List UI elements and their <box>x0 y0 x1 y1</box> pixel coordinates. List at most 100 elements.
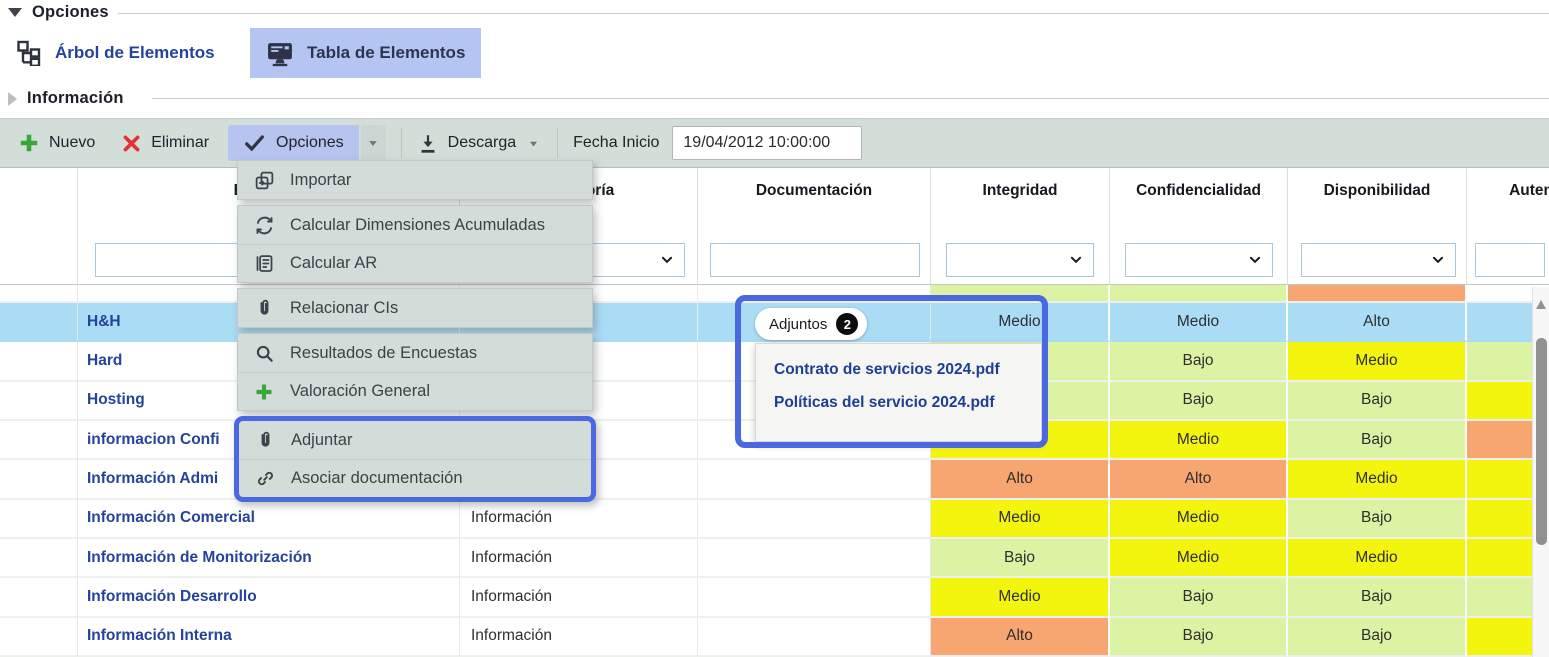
element-name-cell[interactable]: Información Desarrollo <box>78 578 460 617</box>
row-select-cell[interactable] <box>0 342 78 381</box>
row-select-cell[interactable] <box>0 539 78 578</box>
row-select-cell[interactable] <box>0 382 78 421</box>
table-row[interactable]: Información ComercialInformaciónMedioMed… <box>0 500 1549 539</box>
element-name-cell[interactable]: Información Interna <box>78 618 460 657</box>
table-row[interactable]: Información de Monitorización Información… <box>0 539 1549 578</box>
descarga-button[interactable]: Descarga <box>417 132 542 155</box>
table-row[interactable]: Información DesarrolloInformaciónMedioBa… <box>0 578 1549 617</box>
documentacion-filter-input[interactable] <box>710 243 920 277</box>
adjuntos-title: Adjuntos <box>769 316 827 333</box>
menu-item-label: Relacionar CIs <box>290 299 398 318</box>
section-informacion-header[interactable]: Información <box>8 89 124 108</box>
scrollbar-up-arrow-icon[interactable] <box>1536 300 1546 309</box>
confidencialidad-filter-select[interactable] <box>1125 243 1273 277</box>
dimension-value: Bajo <box>1361 431 1392 449</box>
menu-item-adjuntar[interactable]: Adjuntar <box>239 421 591 459</box>
menu-item-label: Resultados de Encuestas <box>290 344 477 363</box>
element-name: Hard <box>87 352 122 370</box>
vertical-scrollbar[interactable] <box>1532 287 1549 657</box>
menu-item-calcular-ar[interactable]: Calcular AR <box>238 244 592 282</box>
disponibilidad-cell: Medio <box>1288 460 1467 499</box>
column-header-integridad[interactable]: Integridad <box>931 168 1110 235</box>
filter-cell <box>698 235 931 285</box>
menu-item-label: Adjuntar <box>291 431 352 450</box>
column-header-label: Integridad <box>983 182 1058 199</box>
column-header-disponibilidad[interactable]: Disponibilidad <box>1288 168 1467 235</box>
row-select-cell[interactable] <box>0 460 78 499</box>
confidencialidad-cell <box>1110 285 1288 303</box>
search-icon <box>253 342 275 364</box>
download-icon <box>417 132 439 155</box>
tree-icon <box>16 40 42 66</box>
column-header-label: Disponibilidad <box>1324 182 1431 199</box>
row-select-cell[interactable] <box>0 500 78 539</box>
opciones-button[interactable]: Opciones <box>228 125 359 161</box>
column-header-select[interactable] <box>0 168 78 235</box>
element-name: H&H <box>87 313 121 331</box>
autenticidad-filter-input[interactable] <box>1475 243 1545 277</box>
adjuntos-count-badge: 2 <box>836 313 858 335</box>
menu-item-relacionar-cis[interactable]: Relacionar CIs <box>238 289 592 327</box>
integridad-filter-select[interactable] <box>946 243 1094 277</box>
adjuntos-popup: Adjuntos 2 Contrato de servicios 2024.pd… <box>735 295 1048 448</box>
element-name-cell[interactable]: Información de Monitorización <box>78 539 460 578</box>
element-name: Información Desarrollo <box>87 588 257 606</box>
row-select-cell[interactable] <box>0 421 78 460</box>
menu-item-calcular-dimensiones-acumuladas[interactable]: Calcular Dimensiones Acumuladas <box>238 206 592 244</box>
chevron-down-icon <box>525 135 542 152</box>
column-header-documentaci-n[interactable]: Documentación <box>698 168 931 235</box>
dimension-value: Bajo <box>1361 391 1392 409</box>
table-header: ElementoCategoríaDocumentaciónIntegridad… <box>0 168 1549 285</box>
dimension-value: Bajo <box>1361 588 1392 606</box>
menu-item-asociar-documentación[interactable]: Asociar documentación <box>239 459 591 497</box>
toolbar: Nuevo Eliminar Opciones Descarga <box>0 118 1549 168</box>
menu-item-label: Importar <box>290 171 351 190</box>
dimension-value: Bajo <box>1182 352 1213 370</box>
opciones-dropdown-arrow[interactable] <box>361 125 386 161</box>
section-opciones-header[interactable]: Opciones <box>8 3 109 22</box>
categoria-value: Información <box>471 549 552 567</box>
menu-item-resultados-de-encuestas[interactable]: Resultados de Encuestas <box>238 334 592 372</box>
column-header-confidencialidad[interactable]: Confidencialidad <box>1110 168 1288 235</box>
expand-triangle-icon[interactable] <box>8 92 17 106</box>
element-name: Información Admi <box>87 470 218 488</box>
disponibilidad-cell: Alto <box>1288 303 1467 342</box>
nuevo-button[interactable]: Nuevo <box>18 132 95 154</box>
documentacion-cell <box>698 539 931 578</box>
dimension-value: Medio <box>1177 549 1219 567</box>
row-select-cell[interactable] <box>0 303 78 342</box>
row-select-cell[interactable] <box>0 285 78 303</box>
row-select-cell[interactable] <box>0 578 78 617</box>
dimension-value: Medio <box>1355 470 1397 488</box>
attachment-link[interactable]: Políticas del servicio 2024.pdf <box>774 394 1041 412</box>
delete-x-icon <box>121 133 142 154</box>
table-row[interactable]: Información InternaInformaciónAltoBajoBa… <box>0 618 1549 657</box>
arbol-de-elementos-button[interactable]: Árbol de Elementos <box>0 28 231 78</box>
integridad-cell: Medio <box>931 578 1110 617</box>
element-name: Información Comercial <box>87 509 255 527</box>
dimension-value: Alto <box>1006 627 1033 645</box>
eliminar-button[interactable]: Eliminar <box>121 133 209 154</box>
menu-item-valoración-general[interactable]: Valoración General <box>238 372 592 410</box>
fecha-inicio-label: Fecha Inicio <box>573 134 659 152</box>
tabla-de-elementos-button[interactable]: Tabla de Elementos <box>250 28 481 78</box>
toolbar-divider-2 <box>557 128 558 158</box>
disponibilidad-filter-select[interactable] <box>1301 243 1456 277</box>
eliminar-label: Eliminar <box>151 134 209 152</box>
collapse-triangle-icon[interactable] <box>8 8 22 17</box>
fecha-inicio-input[interactable] <box>672 126 862 160</box>
scrollbar-thumb[interactable] <box>1536 338 1547 545</box>
dimension-value: Bajo <box>1361 509 1392 527</box>
row-select-cell[interactable] <box>0 618 78 657</box>
opciones-dropdown-menu: Importar Calcular Dimensiones AcumuladasC… <box>237 160 593 507</box>
column-header-autenticidad[interactable]: Autenticidad <box>1467 168 1549 235</box>
plus-icon <box>253 381 275 403</box>
disponibilidad-cell: Bajo <box>1288 618 1467 657</box>
table-row[interactable]: Información AdmiAltoAltoMedio <box>0 460 1549 499</box>
categoria-cell: Información <box>460 618 698 657</box>
menu-item-importar[interactable]: Importar <box>238 161 592 199</box>
link-icon <box>254 468 276 490</box>
confidencialidad-cell: Medio <box>1110 539 1288 578</box>
menu-item-label: Asociar documentación <box>291 469 463 488</box>
attachment-link[interactable]: Contrato de servicios 2024.pdf <box>774 361 1041 379</box>
